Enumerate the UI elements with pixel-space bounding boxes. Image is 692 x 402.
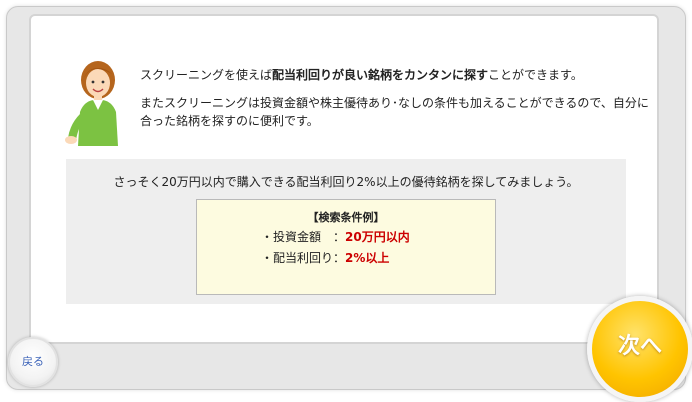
back-button-label: 戻る	[22, 355, 44, 368]
condition-value: 20万円以内	[345, 230, 410, 244]
intro-line-1: スクリーニングを使えば配当利回りが良い銘柄をカンタンに探すことができます。	[140, 66, 660, 84]
condition-label: ・投資金額 ：	[261, 230, 346, 244]
condition-yield: ・配当利回り：2%以上	[261, 249, 389, 267]
condition-label: ・配当利回り：	[261, 251, 346, 265]
back-button[interactable]: 戻る	[8, 337, 58, 387]
example-lead: さっそく20万円以内で購入できる配当利回り2%以上の優待銘柄を探してみましょう。	[113, 175, 579, 189]
search-conditions-title: 【検索条件例】	[307, 211, 385, 224]
intro-line-1-suffix: ことができます。	[488, 68, 583, 82]
intro-line-2: またスクリーニングは投資金額や株主優待あり･なしの条件も加えることができるので、…	[140, 96, 649, 128]
condition-investment: ・投資金額 ：20万円以内	[261, 228, 410, 246]
intro-line-1-prefix: スクリーニングを使えば	[140, 68, 273, 82]
next-button-label: 次へ	[617, 334, 662, 359]
intro-text: スクリーニングを使えば配当利回りが良い銘柄をカンタンに探すことができます。 また…	[140, 66, 660, 130]
example-panel: さっそく20万円以内で購入できる配当利回り2%以上の優待銘柄を探してみましょう。…	[66, 159, 626, 304]
condition-value: 2%以上	[345, 251, 390, 265]
assistant-avatar-icon	[62, 54, 130, 146]
intro-line-1-highlight: 配当利回りが良い銘柄をカンタンに探す	[272, 68, 489, 82]
search-conditions-box: 【検索条件例】 ・投資金額 ：20万円以内 ・配当利回り：2%以上	[196, 199, 496, 295]
next-button[interactable]: 次へ	[587, 296, 692, 402]
